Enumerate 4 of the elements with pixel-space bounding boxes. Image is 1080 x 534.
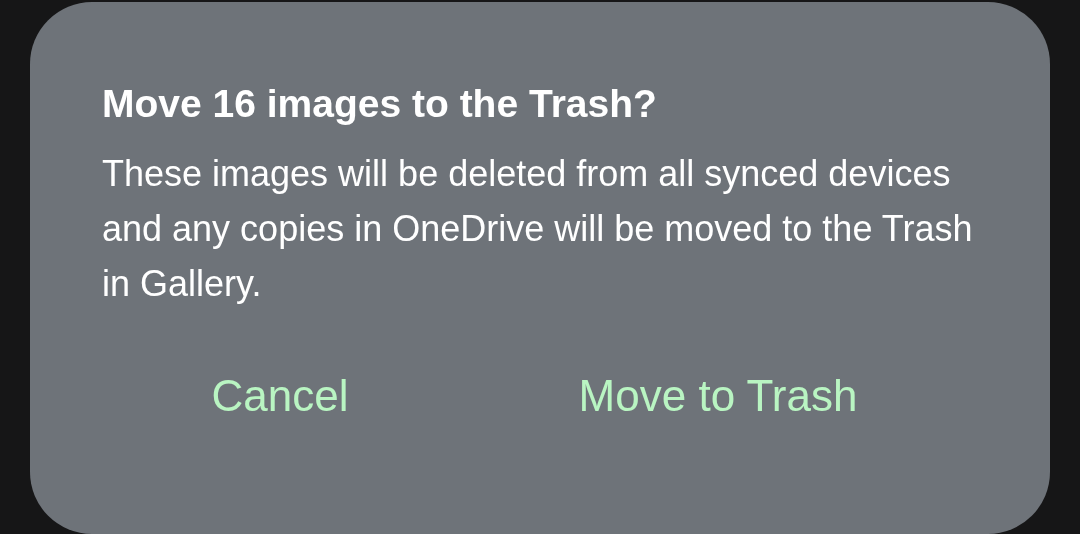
dialog-title: Move 16 images to the Trash?	[102, 82, 658, 126]
cancel-button[interactable]: Cancel	[201, 371, 359, 421]
dialog-message: These images will be deleted from all synced devices and any copies in OneDrive will be moved to the Trash in Gallery.	[102, 152, 974, 306]
confirm-button[interactable]: Move to Trash	[568, 371, 868, 421]
